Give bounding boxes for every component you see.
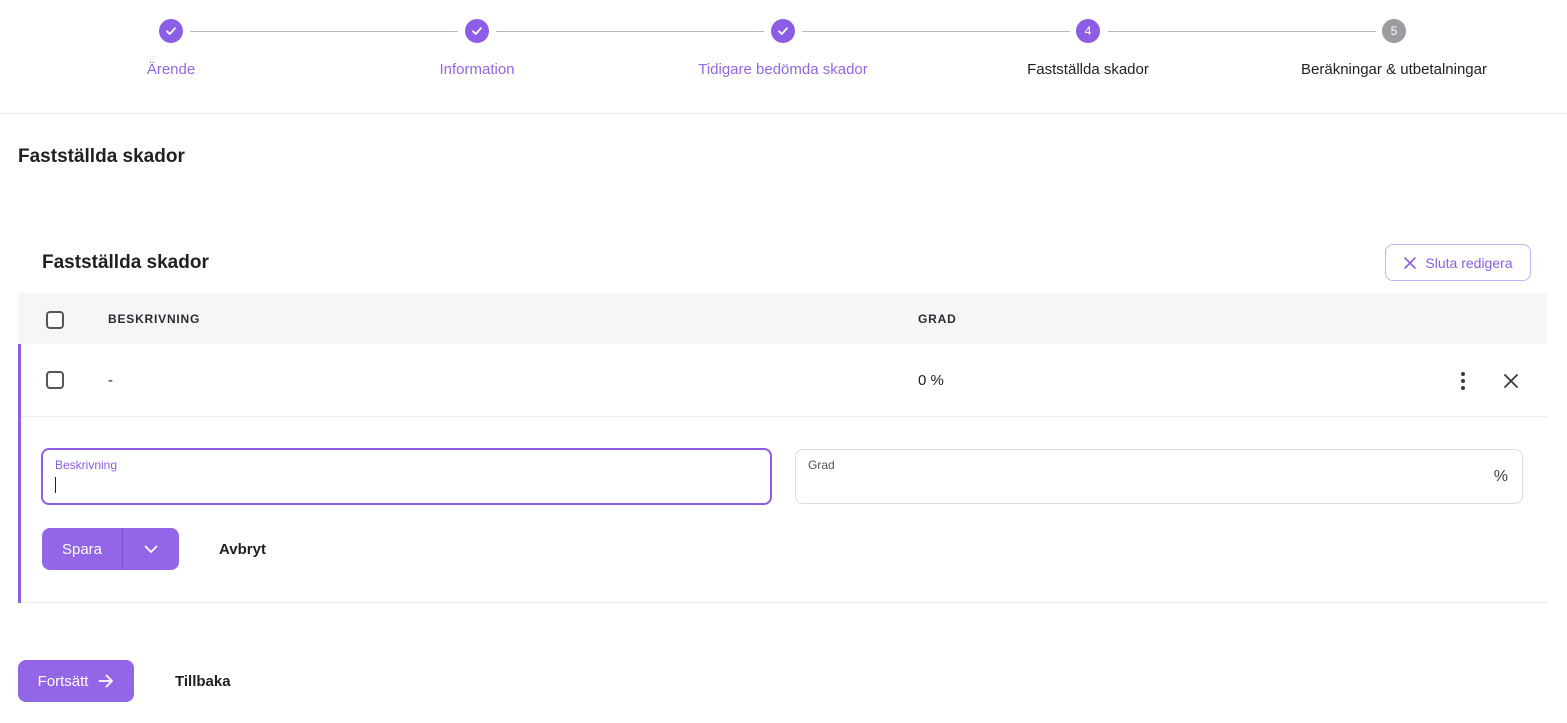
chevron-down-icon	[144, 545, 158, 553]
description-field-label: Beskrivning	[55, 458, 118, 472]
save-split-button: Spara	[42, 528, 179, 570]
active-row-accent	[18, 344, 21, 603]
stop-editing-button[interactable]: Sluta redigera	[1385, 244, 1531, 281]
step-4-label: Fastställda skador	[1027, 61, 1149, 78]
save-options-toggle[interactable]	[123, 528, 179, 570]
cancel-button[interactable]: Avbryt	[219, 541, 266, 558]
step-1-done-indicator[interactable]	[159, 19, 183, 43]
close-row-icon[interactable]	[1496, 366, 1526, 396]
row-edit-panel	[18, 417, 1547, 603]
step-2-label[interactable]: Information	[439, 61, 514, 78]
step-2-done-indicator[interactable]	[465, 19, 489, 43]
grade-field[interactable]: Grad %	[795, 449, 1523, 504]
stop-editing-label: Sluta redigera	[1425, 254, 1513, 271]
checkmark-icon	[166, 27, 176, 35]
text-caret	[55, 477, 56, 493]
row-description: -	[108, 372, 113, 389]
continue-label: Fortsätt	[37, 672, 89, 690]
progress-stepper: Ärende Information Tidigare bedömda skad…	[0, 0, 1567, 114]
arrow-right-icon	[99, 674, 114, 688]
continue-button[interactable]: Fortsätt	[18, 660, 134, 702]
save-button[interactable]: Spara	[42, 528, 122, 570]
step-connector	[496, 31, 764, 32]
step-3-label[interactable]: Tidigare bedömda skador	[698, 61, 868, 78]
grade-field-label: Grad	[808, 458, 835, 472]
step-5-number: 5	[1382, 19, 1406, 43]
step-1-label[interactable]: Ärende	[147, 61, 195, 78]
step-connector	[802, 31, 1070, 32]
step-connector	[1108, 31, 1376, 32]
table-row: - 0 %	[18, 344, 1547, 417]
table-header: BESKRIVNING GRAD	[18, 293, 1547, 344]
description-field[interactable]: Beskrivning	[41, 448, 772, 505]
percent-suffix: %	[1493, 468, 1508, 485]
card-title: Fastställda skador	[42, 252, 209, 273]
row-grade: 0 %	[918, 372, 944, 389]
more-options-icon[interactable]	[1448, 366, 1478, 396]
step-4-number: 4	[1076, 19, 1100, 43]
column-header-description[interactable]: BESKRIVNING	[108, 312, 200, 326]
grade-input[interactable]	[808, 476, 1448, 494]
close-icon	[1404, 256, 1417, 269]
page-title: Fastställda skador	[18, 146, 185, 167]
column-header-grade[interactable]: GRAD	[918, 312, 957, 326]
back-button[interactable]: Tillbaka	[175, 673, 231, 690]
step-5-label: Beräkningar & utbetalningar	[1301, 61, 1487, 78]
description-input[interactable]	[55, 476, 715, 494]
step-3-done-indicator[interactable]	[771, 19, 795, 43]
step-connector	[190, 31, 458, 32]
select-all-checkbox[interactable]	[46, 311, 64, 329]
checkmark-icon	[778, 27, 788, 35]
checkmark-icon	[472, 27, 482, 35]
row-checkbox[interactable]	[46, 371, 64, 389]
